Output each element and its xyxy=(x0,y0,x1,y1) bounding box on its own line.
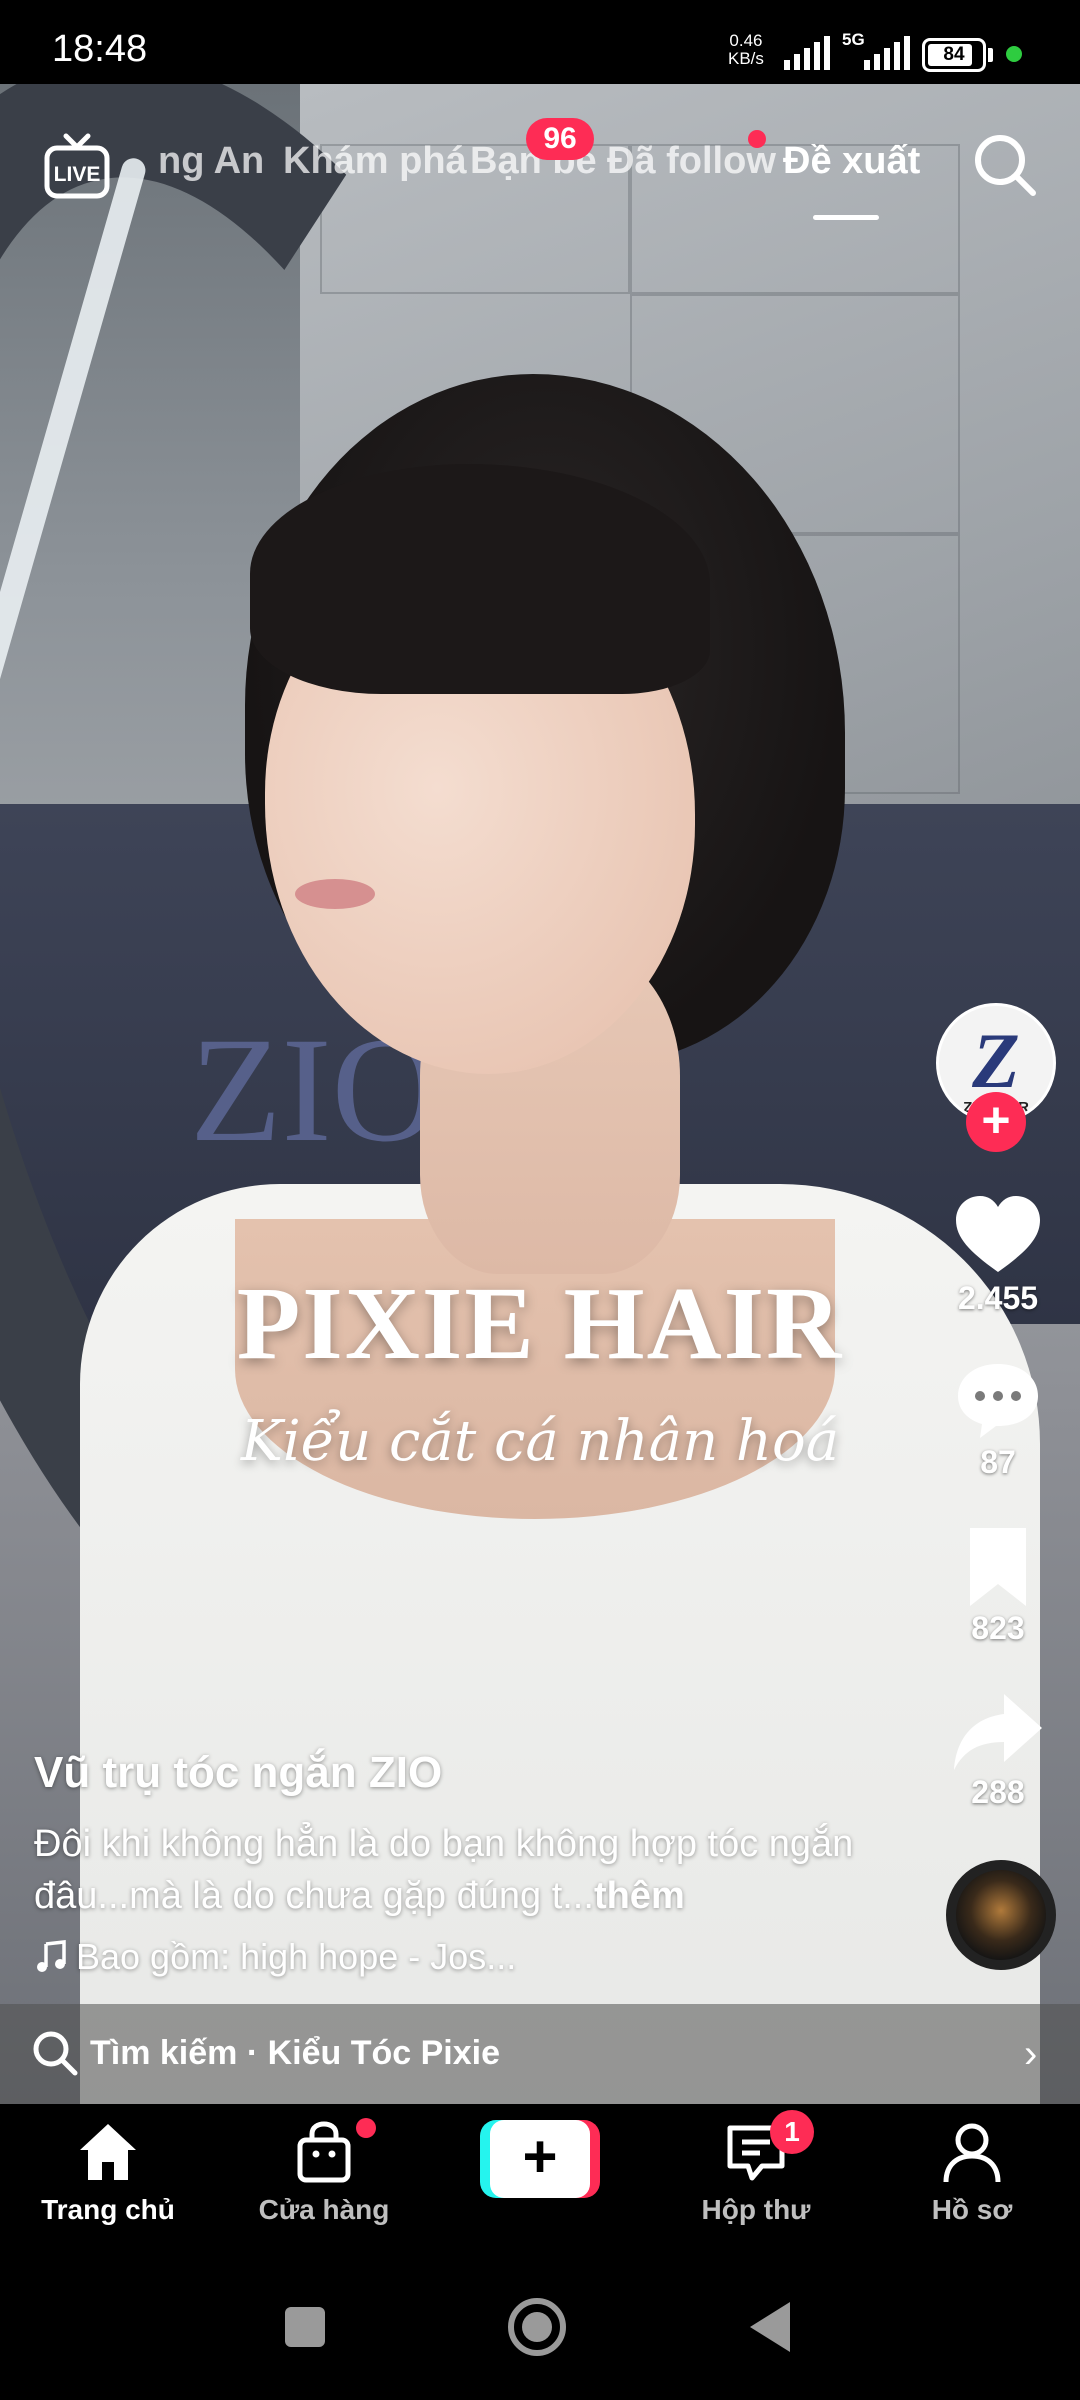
nav-profile-label: Hồ sơ xyxy=(931,2194,1013,2225)
comment-icon[interactable] xyxy=(950,1358,1046,1444)
nav-shop-label: Cửa hàng xyxy=(258,2194,390,2225)
tab-following[interactable]: Đã follow xyxy=(607,140,776,183)
inbox-badge: 1 xyxy=(770,2110,814,2154)
tab-local[interactable]: ng An xyxy=(158,140,264,183)
heart-icon[interactable] xyxy=(950,1192,1046,1278)
network-speed-value: 0.46 xyxy=(729,31,763,50)
live-icon: LIVE xyxy=(44,133,110,199)
nav-shop[interactable]: Cửa hàng xyxy=(216,2104,432,2254)
video-overlay-subtitle: Kiểu cắt cá nhân hoá xyxy=(240,1409,840,1474)
nav-inbox[interactable]: Hộp thư xyxy=(648,2104,864,2254)
nav-home-label: Trang chủ xyxy=(41,2194,175,2225)
bottom-nav: Trang chủ Cửa hàng + Hộp thư Hồ sơ xyxy=(0,2104,1080,2254)
live-button[interactable]: LIVE xyxy=(44,132,110,202)
battery-icon: 84 xyxy=(922,38,986,72)
shopping-bag-icon xyxy=(297,2121,351,2183)
network-speed-unit: KB/s xyxy=(728,49,764,68)
search-icon xyxy=(33,2031,78,2076)
music-note-icon xyxy=(37,1940,66,1972)
create-button[interactable]: + xyxy=(480,2120,600,2198)
profile-icon xyxy=(943,2123,1001,2183)
nav-home[interactable]: Trang chủ xyxy=(0,2104,216,2254)
share-icon[interactable] xyxy=(950,1690,1046,1776)
music-disc[interactable] xyxy=(946,1860,1056,1970)
signal-5g-icon xyxy=(864,36,910,70)
follow-button[interactable]: + xyxy=(966,1092,1026,1152)
network-speed: 0.46 KB/s xyxy=(728,32,764,68)
friends-badge: 96 xyxy=(526,118,594,160)
search-suggestion-bar[interactable]: Tìm kiếm · Kiểu Tóc Pixie › xyxy=(0,2004,1080,2104)
video-overlay-title: PIXIE HAIR xyxy=(236,1266,844,1381)
status-bar: 18:48 0.46 KB/s 5G 84 xyxy=(0,0,1080,84)
chevron-right-icon: › xyxy=(1024,2032,1038,2076)
description-text: Đôi khi không hẳn là do bạn không hợp tó… xyxy=(34,1823,854,1917)
nav-inbox-label: Hộp thư xyxy=(701,2194,811,2225)
person-lips xyxy=(295,879,375,909)
home-icon xyxy=(80,2124,136,2180)
privacy-indicator-dot xyxy=(1006,46,1022,62)
recents-button[interactable] xyxy=(270,2292,340,2362)
video-description[interactable]: Đôi khi không hẳn là do bạn không hợp tó… xyxy=(34,1818,884,1922)
music-title: Bao gồm: high hope - Jos... xyxy=(76,1936,517,1977)
share-count: 288 xyxy=(971,1774,1025,1810)
battery-tip xyxy=(988,48,993,62)
status-time: 18:48 xyxy=(52,28,148,70)
tab-explore[interactable]: Khám phá xyxy=(283,140,467,183)
creator-name[interactable]: Vũ trụ tóc ngắn ZIO xyxy=(34,1748,442,1798)
following-badge-dot xyxy=(748,130,766,148)
bookmark-icon[interactable] xyxy=(950,1524,1046,1610)
system-nav-bar xyxy=(0,2254,1080,2400)
music-info[interactable]: Bao gồm: high hope - Jos... xyxy=(34,1936,516,1978)
plus-icon: + xyxy=(490,2120,590,2198)
search-suggestion-label: Tìm kiếm · Kiểu Tóc Pixie xyxy=(90,2034,501,2072)
save-count: 823 xyxy=(971,1610,1025,1646)
back-button[interactable] xyxy=(736,2292,806,2362)
search-icon[interactable] xyxy=(972,132,1038,198)
signal-icon xyxy=(784,36,830,70)
svg-text:LIVE: LIVE xyxy=(54,163,101,186)
top-feed-nav: LIVE ng An Khám phá Bạn bè 96 Đã follow … xyxy=(0,84,1080,244)
active-tab-indicator xyxy=(813,215,879,220)
see-more-link[interactable]: thêm xyxy=(594,1875,685,1917)
shop-badge-dot xyxy=(356,2118,376,2138)
home-button[interactable] xyxy=(502,2292,572,2362)
comment-count: 87 xyxy=(980,1444,1016,1480)
nav-profile[interactable]: Hồ sơ xyxy=(864,2104,1080,2254)
like-count: 2.455 xyxy=(957,1280,1039,1316)
video-player[interactable]: ZIO PIXIE HAIR Kiểu cắt cá nhân hoá xyxy=(0,84,1080,2104)
battery-level: 84 xyxy=(943,44,965,65)
tab-for-you[interactable]: Đề xuất xyxy=(783,140,920,183)
